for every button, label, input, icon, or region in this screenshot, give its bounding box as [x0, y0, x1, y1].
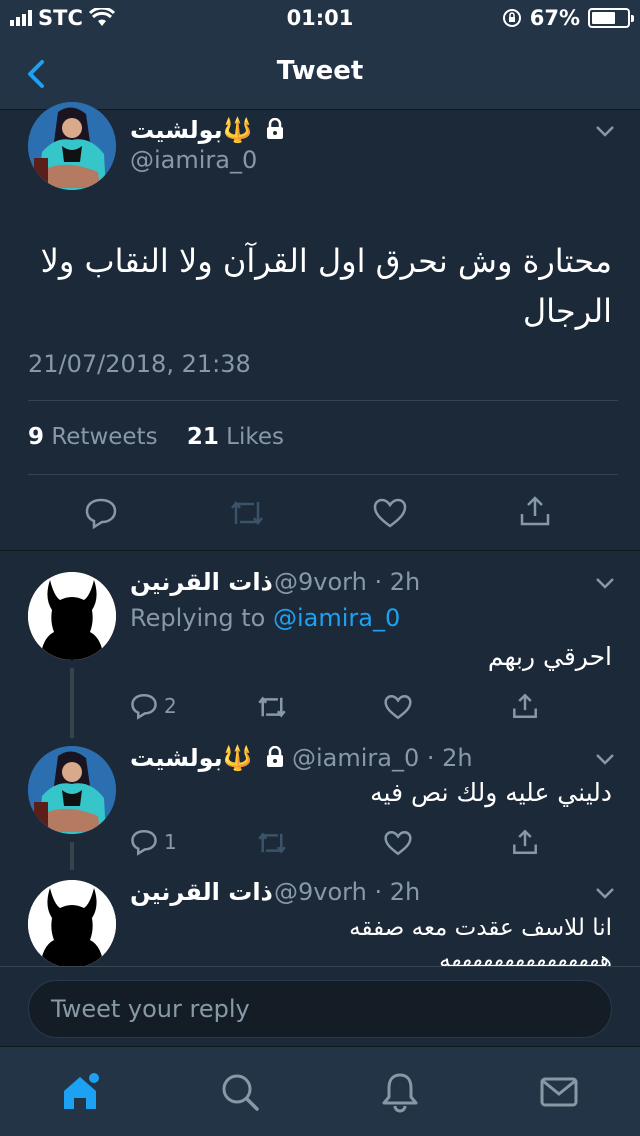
retweets-stat[interactable]: 9 Retweets — [28, 424, 158, 450]
tweet-text-line: الرجال — [522, 292, 612, 330]
chevron-down-icon[interactable] — [594, 124, 616, 138]
thread-line — [70, 842, 74, 870]
reply-author-handle[interactable]: @iamira_0 · 2h — [292, 744, 473, 772]
share-icon[interactable] — [511, 692, 539, 720]
retweet-icon[interactable] — [256, 830, 288, 856]
like-icon[interactable] — [384, 694, 412, 720]
like-icon[interactable] — [373, 498, 407, 528]
thread-line — [70, 668, 74, 738]
reply-button[interactable]: 1 — [130, 828, 177, 856]
reply-author-name-text: بولشيت🔱 — [130, 744, 253, 772]
reply-count: 1 — [164, 830, 177, 854]
divider — [28, 400, 618, 401]
reply-icon[interactable] — [84, 496, 118, 530]
share-icon[interactable] — [518, 494, 552, 528]
avatar[interactable] — [28, 880, 116, 968]
like-icon[interactable] — [384, 830, 412, 856]
rotation-lock-icon — [502, 9, 521, 27]
retweets-label: Retweets — [51, 424, 158, 450]
reply-author-name[interactable]: بولشيت🔱 — [130, 744, 285, 772]
reply-text: دليني عليه ولك نص فيه — [370, 778, 612, 807]
notifications-icon[interactable] — [379, 1071, 421, 1113]
author-handle[interactable]: @iamira_0 — [130, 146, 257, 174]
reply-icon — [131, 694, 157, 720]
author-name-text: بولشيت🔱 — [130, 116, 253, 144]
reply-author-name[interactable]: ذات القرنين — [130, 878, 273, 906]
reply-button[interactable]: 2 — [130, 692, 177, 720]
retweet-icon[interactable] — [256, 694, 288, 720]
share-icon[interactable] — [511, 828, 539, 856]
chevron-down-icon[interactable] — [594, 752, 616, 766]
battery-percent: 67% — [529, 6, 580, 30]
lock-icon — [266, 117, 283, 139]
avatar[interactable] — [28, 102, 116, 190]
tweet-timestamp: 21/07/2018, 21:38 — [28, 350, 251, 378]
reply-count: 2 — [164, 694, 177, 718]
avatar[interactable] — [28, 572, 116, 660]
divider — [28, 474, 618, 475]
lock-icon — [266, 745, 283, 767]
messages-icon[interactable] — [538, 1071, 580, 1113]
status-right: 67% — [502, 6, 634, 30]
chevron-down-icon[interactable] — [594, 886, 616, 900]
tab-bar — [0, 1046, 640, 1136]
search-icon[interactable] — [219, 1071, 261, 1113]
battery-icon — [588, 8, 634, 28]
replying-to-prefix: Replying to — [130, 604, 266, 632]
reply-text-line: انا للاسف عقدت معه صفقه — [349, 915, 612, 941]
tweet-text: محتارة وش نحرق اول القرآن ولا النقاب ولا… — [22, 236, 612, 336]
avatar[interactable] — [28, 746, 116, 834]
reply-author-handle[interactable]: @9vorh · 2h — [274, 568, 420, 596]
reply-input[interactable]: Tweet your reply — [28, 980, 612, 1038]
retweet-icon[interactable] — [228, 498, 266, 528]
section-divider — [0, 550, 640, 551]
reply-text: احرقي ربهم — [487, 642, 612, 671]
tweet-text-line: محتارة وش نحرق اول القرآن ولا النقاب ولا — [40, 242, 612, 280]
reply-input-placeholder: Tweet your reply — [51, 995, 250, 1023]
likes-label: Likes — [226, 424, 284, 450]
reply-icon — [131, 830, 157, 856]
chevron-down-icon[interactable] — [594, 576, 616, 590]
replying-to-link[interactable]: @iamira_0 — [273, 604, 400, 632]
page-title: Tweet — [276, 56, 364, 86]
engagement-stats: 9 Retweets 21 Likes — [28, 424, 284, 450]
author-name[interactable]: بولشيت🔱 — [130, 116, 285, 144]
status-bar: STC 01:01 67% — [0, 0, 640, 38]
likes-stat[interactable]: 21 Likes — [187, 424, 284, 450]
nav-bar: Tweet — [0, 38, 640, 110]
retweets-count: 9 — [28, 424, 45, 450]
home-icon[interactable] — [60, 1071, 102, 1113]
reply-author-name[interactable]: ذات القرنين — [130, 568, 273, 596]
woman-avatar-illustration — [28, 102, 116, 190]
replying-to: Replying to @iamira_0 — [130, 604, 400, 632]
devil-silhouette-avatar — [28, 880, 116, 968]
devil-silhouette-avatar — [28, 572, 116, 660]
likes-count: 21 — [186, 424, 219, 450]
reply-author-handle[interactable]: @9vorh · 2h — [274, 878, 420, 906]
woman-avatar-illustration — [28, 746, 116, 834]
